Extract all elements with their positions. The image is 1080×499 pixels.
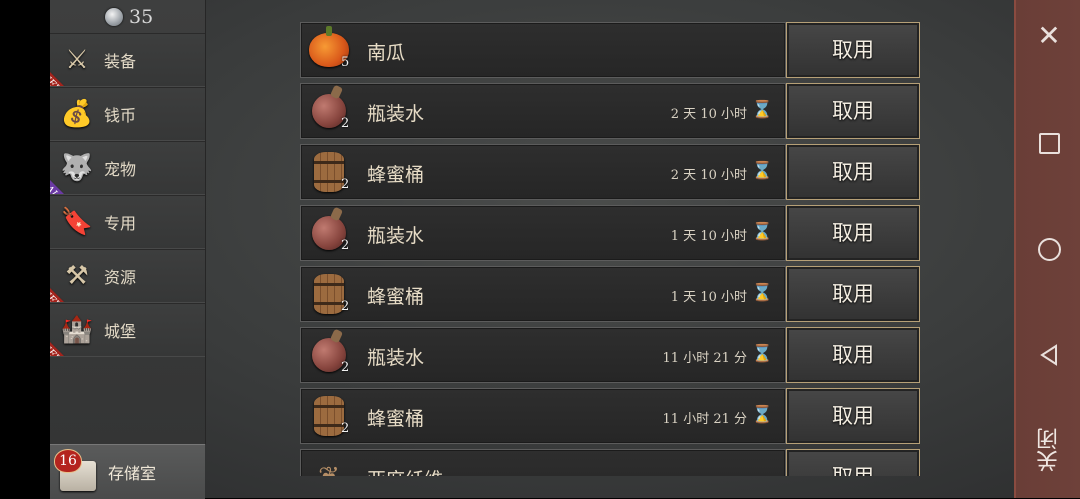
take-button[interactable]: 取用 — [786, 205, 920, 261]
item-quantity: 2 — [341, 116, 350, 131]
item-panel: ❦ 亚麻纤维 — [300, 449, 786, 476]
take-button[interactable]: 取用 — [786, 327, 920, 383]
item-name: 蜂蜜桶 — [367, 164, 425, 186]
list-item: 5 南瓜 取用 — [300, 22, 920, 78]
expiry-timer: 11 小时 21 分 — [662, 351, 747, 366]
item-panel: 5 南瓜 — [300, 22, 786, 78]
item-name: 瓶装水 — [367, 347, 425, 369]
sidebar-item-label: 城堡 — [104, 322, 137, 341]
coins-icon: 💰 — [60, 99, 94, 129]
home-icon[interactable] — [1016, 234, 1080, 264]
gem-icon — [105, 8, 123, 26]
sidebar-item-castle[interactable]: 🏰 城堡 NEW — [50, 303, 205, 357]
sidebar-item-resources[interactable]: ⚒ 资源 NEW — [50, 249, 205, 303]
back-icon[interactable] — [1016, 340, 1080, 370]
item-name: 南瓜 — [367, 42, 406, 64]
resource-tools-icon: ⚒ — [65, 261, 89, 291]
item-name: 亚麻纤维 — [367, 465, 443, 476]
item-panel: 2 蜂蜜桶 2 天 10 小时 ⌛ — [300, 144, 786, 200]
expiry-timer: 1 天 10 小时 — [670, 290, 747, 305]
list-item: 2 瓶装水 1 天 10 小时 ⌛ 取用 — [300, 205, 920, 261]
system-nav-bar: ✕ 关闭 — [1014, 0, 1080, 498]
flax-fiber-icon: ❦ — [307, 455, 351, 476]
storage-count-badge: 16 — [54, 449, 82, 473]
take-button[interactable]: 取用 — [786, 144, 920, 200]
equipment-icon: ⚔ — [65, 45, 89, 75]
sidebar-item-label: 资源 — [104, 268, 137, 287]
storage-item-list[interactable]: 5 南瓜 取用 2 瓶装水 2 天 10 小时 ⌛ 取用 2 蜂蜜桶 2 天 1… — [300, 22, 920, 476]
pet-icon: 🐺 — [60, 153, 94, 183]
take-button[interactable]: 取用 — [786, 266, 920, 322]
close-label[interactable]: 关闭 — [1034, 420, 1064, 480]
expiry-timer: 11 小时 21 分 — [662, 412, 747, 427]
sidebar-item-label: 专用 — [104, 214, 137, 233]
list-item: 2 蜂蜜桶 2 天 10 小时 ⌛ 取用 — [300, 144, 920, 200]
gem-count: 35 — [129, 6, 154, 28]
close-icon[interactable]: ✕ — [1016, 19, 1080, 52]
sidebar-item-pets[interactable]: 🐺 宠物 SALE — [50, 141, 205, 195]
item-quantity: 2 — [341, 421, 350, 436]
banner-icon: 🔖 — [60, 207, 94, 237]
sidebar-item-label: 存储室 — [108, 464, 157, 483]
category-sidebar: 35 ⚔ 装备 NEW 💰 钱币 🐺 宠物 SALE 🔖 专用 ⚒ 资源 NEW… — [50, 0, 206, 444]
recents-icon[interactable] — [1016, 128, 1080, 158]
list-item: 2 蜂蜜桶 1 天 10 小时 ⌛ 取用 — [300, 266, 920, 322]
list-item: 2 蜂蜜桶 11 小时 21 分 ⌛ 取用 — [300, 388, 920, 444]
item-quantity: 2 — [341, 299, 350, 314]
take-button[interactable]: 取用 — [786, 22, 920, 78]
item-name: 瓶装水 — [367, 225, 425, 247]
sidebar-item-label: 宠物 — [104, 160, 137, 179]
item-quantity: 5 — [341, 55, 350, 70]
item-panel: 2 瓶装水 1 天 10 小时 ⌛ — [300, 205, 786, 261]
game-screen: 35 ⚔ 装备 NEW 💰 钱币 🐺 宠物 SALE 🔖 专用 ⚒ 资源 NEW… — [0, 0, 1080, 499]
take-button[interactable]: 取用 — [786, 83, 920, 139]
sidebar-item-equipment[interactable]: ⚔ 装备 NEW — [50, 33, 205, 87]
list-item: ❦ 亚麻纤维 取用 — [300, 449, 920, 476]
hourglass-icon: ⌛ — [751, 222, 773, 242]
item-name: 蜂蜜桶 — [367, 408, 425, 430]
hourglass-icon: ⌛ — [751, 161, 773, 181]
item-panel: 2 蜂蜜桶 1 天 10 小时 ⌛ — [300, 266, 786, 322]
item-quantity: 2 — [341, 238, 350, 253]
item-name: 瓶装水 — [367, 103, 425, 125]
hourglass-icon: ⌛ — [751, 405, 773, 425]
take-button[interactable]: 取用 — [786, 449, 920, 476]
hourglass-icon: ⌛ — [751, 344, 773, 364]
castle-icon: 🏰 — [60, 315, 94, 345]
left-bezel — [0, 0, 50, 498]
list-item: 2 瓶装水 2 天 10 小时 ⌛ 取用 — [300, 83, 920, 139]
sidebar-item-storage[interactable]: 16 存储室 — [50, 444, 205, 499]
sidebar-item-label: 装备 — [104, 52, 137, 71]
sidebar-item-label: 钱币 — [104, 106, 137, 125]
hourglass-icon: ⌛ — [751, 283, 773, 303]
gem-balance: 35 — [105, 4, 153, 30]
expiry-timer: 2 天 10 小时 — [670, 168, 747, 183]
item-name: 蜂蜜桶 — [367, 286, 425, 308]
take-button[interactable]: 取用 — [786, 388, 920, 444]
item-panel: 2 瓶装水 2 天 10 小时 ⌛ — [300, 83, 786, 139]
item-panel: 2 瓶装水 11 小时 21 分 ⌛ — [300, 327, 786, 383]
sidebar-item-coins[interactable]: 💰 钱币 — [50, 87, 205, 141]
item-quantity: 2 — [341, 177, 350, 192]
expiry-timer: 1 天 10 小时 — [670, 229, 747, 244]
expiry-timer: 2 天 10 小时 — [670, 107, 747, 122]
list-item: 2 瓶装水 11 小时 21 分 ⌛ 取用 — [300, 327, 920, 383]
item-quantity: 2 — [341, 360, 350, 375]
item-panel: 2 蜂蜜桶 11 小时 21 分 ⌛ — [300, 388, 786, 444]
sidebar-item-exclusive[interactable]: 🔖 专用 — [50, 195, 205, 249]
hourglass-icon: ⌛ — [751, 100, 773, 120]
